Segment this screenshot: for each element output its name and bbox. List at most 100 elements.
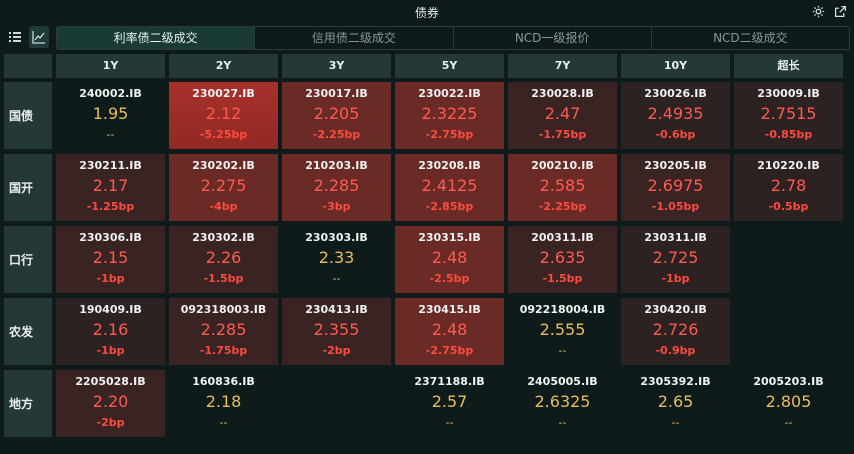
bond-change: -2.25bp xyxy=(538,200,587,213)
bond-code: 230311.IB xyxy=(644,231,707,244)
bond-cell[interactable]: 200311.IB 2.635 -1.5bp xyxy=(508,226,617,293)
bond-cell[interactable]: 230415.IB 2.48 -2.75bp xyxy=(395,298,504,365)
bond-cell[interactable]: 2005203.IB 2.805 -- xyxy=(734,370,843,437)
bond-cell[interactable]: 2405005.IB 2.6325 -- xyxy=(508,370,617,437)
bond-cell[interactable]: 230009.IB 2.7515 -0.85bp xyxy=(734,82,843,149)
row-header: 农发 xyxy=(4,298,52,365)
bond-code: 230017.IB xyxy=(305,87,368,100)
bond-yield: 2.635 xyxy=(539,248,586,267)
bond-change: -1bp xyxy=(96,344,125,357)
bond-cell[interactable]: 200210.IB 2.585 -2.25bp xyxy=(508,154,617,221)
bond-code: 230306.IB xyxy=(79,231,142,244)
gear-icon[interactable] xyxy=(811,5,825,19)
tab-ncd-primary-quote[interactable]: NCD一级报价 xyxy=(453,27,652,49)
bond-cell[interactable]: 092318003.IB 2.285 -1.75bp xyxy=(169,298,278,365)
row-header: 地方 xyxy=(4,370,52,437)
bond-yield: 2.355 xyxy=(313,320,360,339)
bond-cell[interactable]: 230413.IB 2.355 -2bp xyxy=(282,298,391,365)
bond-code: 2405005.IB xyxy=(527,375,598,388)
bond-yield: 2.15 xyxy=(92,248,129,267)
bond-code: 230022.IB xyxy=(418,87,481,100)
bond-cell[interactable]: 230205.IB 2.6975 -1.05bp xyxy=(621,154,730,221)
grid-corner xyxy=(4,54,52,78)
row-header: 口行 xyxy=(4,226,52,293)
bond-code: 2371188.IB xyxy=(414,375,485,388)
bond-cell[interactable]: 092218004.IB 2.555 -- xyxy=(508,298,617,365)
bond-code: 230420.IB xyxy=(644,303,707,316)
tab-ncd-secondary[interactable]: NCD二级成交 xyxy=(651,27,849,49)
toolbar: 利率债二级成交 信用债二级成交 NCD一级报价 NCD二级成交 xyxy=(0,24,854,52)
bond-cell[interactable]: 230026.IB 2.4935 -0.6bp xyxy=(621,82,730,149)
title-bar: 债券 xyxy=(0,0,854,24)
column-header: 7Y xyxy=(508,54,617,78)
bond-code: 230027.IB xyxy=(192,87,255,100)
bond-yield: 1.95 xyxy=(92,104,129,123)
column-header: 超长 xyxy=(734,54,843,78)
bond-yield: 2.205 xyxy=(313,104,360,123)
bond-change: -1.25bp xyxy=(86,200,135,213)
bond-code: 2305392.IB xyxy=(640,375,711,388)
bond-yield: 2.4125 xyxy=(421,176,478,195)
bond-cell[interactable]: 230022.IB 2.3225 -2.75bp xyxy=(395,82,504,149)
tab-rate-bond-secondary[interactable]: 利率债二级成交 xyxy=(57,27,256,49)
column-header: 1Y xyxy=(56,54,165,78)
bond-cell[interactable]: 230302.IB 2.26 -1.5bp xyxy=(169,226,278,293)
bond-yield: 2.7515 xyxy=(760,104,817,123)
bond-change: -- xyxy=(445,416,454,429)
bond-cell[interactable]: 230027.IB 2.12 -5.25bp xyxy=(169,82,278,149)
bond-yield: 2.725 xyxy=(652,248,699,267)
bond-yield: 2.48 xyxy=(431,248,468,267)
bond-cell[interactable]: 190409.IB 2.16 -1bp xyxy=(56,298,165,365)
bond-change: -2.85bp xyxy=(425,200,474,213)
bond-yield: 2.17 xyxy=(92,176,129,195)
row-header: 国债 xyxy=(4,82,52,149)
bond-cell[interactable]: 210220.IB 2.78 -0.5bp xyxy=(734,154,843,221)
bond-cell[interactable]: 230017.IB 2.205 -2.25bp xyxy=(282,82,391,149)
bond-yield: 2.285 xyxy=(313,176,360,195)
bond-change: -- xyxy=(106,128,115,141)
bond-yield: 2.555 xyxy=(539,320,586,339)
bond-yield: 2.585 xyxy=(539,176,586,195)
bond-change: -2.75bp xyxy=(425,128,474,141)
bond-cell[interactable]: 230306.IB 2.15 -1bp xyxy=(56,226,165,293)
bond-code: 230028.IB xyxy=(531,87,594,100)
bond-yield: 2.275 xyxy=(200,176,247,195)
bond-cell[interactable]: 230211.IB 2.17 -1.25bp xyxy=(56,154,165,221)
bond-cell[interactable]: 2305392.IB 2.65 -- xyxy=(621,370,730,437)
bond-change: -2.25bp xyxy=(312,128,361,141)
bond-change: -1.5bp xyxy=(203,272,244,285)
tab-credit-bond-secondary[interactable]: 信用债二级成交 xyxy=(255,27,454,49)
bond-cell[interactable]: 230315.IB 2.48 -2.5bp xyxy=(395,226,504,293)
bond-cell[interactable]: 160836.IB 2.18 -- xyxy=(169,370,278,437)
bond-change: -- xyxy=(558,344,567,357)
bond-cell[interactable]: 240002.IB 1.95 -- xyxy=(56,82,165,149)
bond-cell[interactable]: 230303.IB 2.33 -- xyxy=(282,226,391,293)
bond-cell[interactable]: 230208.IB 2.4125 -2.85bp xyxy=(395,154,504,221)
bond-yield: 2.20 xyxy=(92,392,129,411)
bond-change: -0.85bp xyxy=(764,128,813,141)
bond-change: -1.75bp xyxy=(199,344,248,357)
bond-code: 190409.IB xyxy=(79,303,142,316)
bond-yield: 2.26 xyxy=(205,248,242,267)
bond-code: 210220.IB xyxy=(757,159,820,172)
list-view-button[interactable] xyxy=(5,26,25,48)
bond-cell[interactable]: 210203.IB 2.285 -3bp xyxy=(282,154,391,221)
bond-code: 230202.IB xyxy=(192,159,255,172)
bond-change: -1.75bp xyxy=(538,128,587,141)
bond-change: -2.5bp xyxy=(429,272,470,285)
chart-view-button[interactable] xyxy=(29,26,49,48)
bond-cell[interactable]: 230311.IB 2.725 -1bp xyxy=(621,226,730,293)
bond-yield: 2.47 xyxy=(544,104,581,123)
bond-cell[interactable]: 2205028.IB 2.20 -2bp xyxy=(56,370,165,437)
bond-cell[interactable]: 230028.IB 2.47 -1.75bp xyxy=(508,82,617,149)
bond-code: 160836.IB xyxy=(192,375,255,388)
external-link-icon[interactable] xyxy=(833,5,847,19)
bond-yield: 2.18 xyxy=(205,392,242,411)
bond-yield: 2.726 xyxy=(652,320,699,339)
bond-code: 230208.IB xyxy=(418,159,481,172)
bond-cell[interactable]: 230202.IB 2.275 -4bp xyxy=(169,154,278,221)
bond-cell[interactable]: 230420.IB 2.726 -0.9bp xyxy=(621,298,730,365)
column-header: 10Y xyxy=(621,54,730,78)
bond-code: 230302.IB xyxy=(192,231,255,244)
bond-cell[interactable]: 2371188.IB 2.57 -- xyxy=(395,370,504,437)
